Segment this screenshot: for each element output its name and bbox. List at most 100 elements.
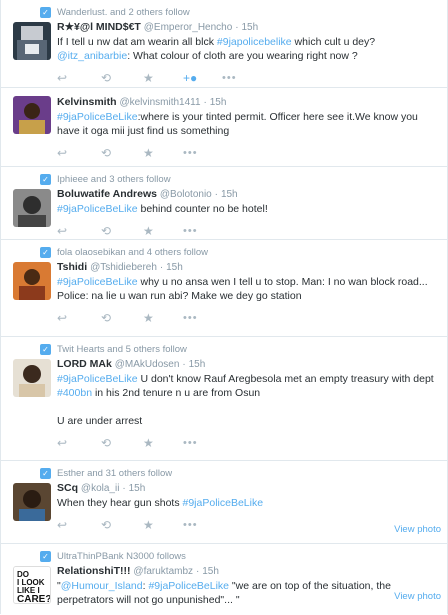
tweet-context: ✓ Twit Hearts and 5 others follow — [40, 343, 437, 356]
reply-icon[interactable]: ↩ — [57, 71, 67, 85]
more-icon[interactable]: ••• — [183, 311, 198, 325]
context-text[interactable]: UltraThinPBank N3000 follows — [57, 551, 186, 562]
username[interactable]: @Bolotonio — [160, 189, 212, 200]
timestamp[interactable]: 15h — [221, 189, 238, 200]
hashtag-link[interactable]: #9japolicebelike — [217, 36, 292, 48]
text-segment: U don't know Rauf Aregbesola met an empt… — [137, 373, 434, 385]
star-icon[interactable]: ★ — [143, 436, 154, 450]
hashtag-link[interactable]: #9jaPoliceBeLike — [57, 373, 138, 385]
hashtag-link[interactable]: #9jaPoliceBeLike — [57, 203, 138, 215]
fullname[interactable]: Boluwatife Andrews — [57, 188, 157, 200]
reply-icon[interactable]: ↩ — [57, 436, 67, 450]
tweet[interactable]: ✓ Esther and 31 others follow SCq @kola_… — [1, 461, 447, 544]
text-segment: When they hear gun shots — [57, 497, 183, 509]
more-icon[interactable]: ••• — [183, 436, 198, 450]
text-segment: If I tell u nw dat am wearin all blck — [57, 36, 217, 48]
more-icon[interactable]: ••• — [183, 224, 198, 238]
star-icon[interactable]: ★ — [143, 146, 154, 160]
retweet-icon[interactable]: ⟲ — [101, 71, 111, 85]
avatar[interactable] — [13, 189, 51, 227]
username[interactable]: @faruktambz — [133, 566, 193, 577]
timestamp[interactable]: 15h — [189, 359, 206, 370]
view-photo-link[interactable]: View photo — [394, 524, 441, 535]
more-icon[interactable]: ••• — [183, 518, 198, 532]
star-icon[interactable]: ★ — [143, 518, 154, 532]
star-icon[interactable]: ★ — [143, 224, 154, 238]
reply-icon[interactable]: ↩ — [57, 311, 67, 325]
view-photo-link[interactable]: View photo — [394, 591, 441, 602]
text-segment: behind counter no be hotel! — [137, 203, 268, 215]
fullname[interactable]: LORD MAk — [57, 358, 112, 370]
context-text[interactable]: Iphieee and 3 others follow — [57, 174, 171, 185]
reply-icon[interactable]: ↩ — [57, 146, 67, 160]
avatar[interactable] — [13, 359, 51, 397]
timestamp[interactable]: 15h — [241, 22, 258, 33]
retweet-icon[interactable]: ⟲ — [101, 518, 111, 532]
username[interactable]: @kelvinsmith1411 — [119, 97, 200, 108]
avatar[interactable] — [13, 22, 51, 60]
tweet[interactable]: ✓ Twit Hearts and 5 others follow LORD M… — [1, 337, 447, 461]
avatar[interactable] — [13, 96, 51, 134]
tweet-actions: ↩ ⟲ ★ ••• — [57, 434, 437, 454]
username[interactable]: @kola_ii — [81, 483, 120, 494]
retweet-icon[interactable]: ⟲ — [101, 224, 111, 238]
more-icon[interactable]: ••• — [222, 71, 237, 85]
timestamp[interactable]: 15h — [210, 97, 227, 108]
tweet[interactable]: ✓ Iphieee and 3 others follow Boluwatife… — [1, 167, 447, 240]
hashtag-link[interactable]: #9jaPoliceBeLike — [183, 497, 264, 509]
mention-link[interactable]: @Humour_Island — [61, 580, 143, 592]
tweet[interactable]: Kelvinsmith @kelvinsmith1411 · 15h #9jaP… — [1, 88, 447, 167]
more-icon[interactable]: ••• — [183, 146, 198, 160]
username[interactable]: @MAkUdosen — [115, 359, 180, 370]
reply-icon[interactable]: ↩ — [57, 224, 67, 238]
fullname[interactable]: SCq — [57, 482, 78, 494]
timestamp[interactable]: 15h — [129, 483, 146, 494]
retweet-icon[interactable]: ⟲ — [101, 311, 111, 325]
separator: · — [159, 262, 164, 273]
bird-icon: ✓ — [40, 174, 51, 185]
username[interactable]: @Tshidiebereh — [90, 262, 157, 273]
separator: · — [214, 189, 219, 200]
bird-icon: ✓ — [40, 468, 51, 479]
tweet-actions: ↩ ⟲ ★ ••• — [57, 516, 437, 536]
follow-icon[interactable]: +● — [183, 71, 197, 85]
tweet[interactable]: ✓ Wanderlust. and 2 others follow R★¥@l … — [1, 0, 447, 88]
separator: · — [195, 566, 200, 577]
tweet[interactable]: ✓ fola olaosebikan and 4 others follow T… — [1, 240, 447, 337]
fullname[interactable]: RelationshiT!!! — [57, 565, 131, 577]
tweet-header: Kelvinsmith @kelvinsmith1411 · 15h — [57, 96, 437, 109]
tweet-text: When they hear gun shots #9jaPoliceBeLik… — [57, 496, 437, 510]
tweet[interactable]: ✓ UltraThinPBank N3000 follows DO I LOOK… — [1, 544, 447, 614]
fullname[interactable]: R★¥@l MIND$€T — [57, 21, 141, 33]
hashtag-link[interactable]: #400bn — [57, 387, 92, 399]
tweet-actions: ↩ ⟲ ★ +● ••• — [57, 69, 437, 89]
hashtag-link[interactable]: #9jaPoliceBeLike — [57, 276, 138, 288]
tweet-context: ✓ Wanderlust. and 2 others follow — [40, 6, 437, 19]
timestamp[interactable]: 15h — [202, 566, 219, 577]
context-text[interactable]: fola olaosebikan and 4 others follow — [57, 247, 208, 258]
avatar[interactable]: DO I LOOK LIKE I CARE? — [13, 566, 51, 604]
tweet-header: RelationshiT!!! @faruktambz · 15h — [57, 565, 437, 578]
hashtag-link[interactable]: #9jaPoliceBeLike — [57, 111, 138, 123]
context-text[interactable]: Wanderlust. and 2 others follow — [57, 7, 190, 18]
username[interactable]: @Emperor_Hencho — [144, 22, 233, 33]
tweet-header: LORD MAk @MAkUdosen · 15h — [57, 358, 437, 371]
avatar[interactable] — [13, 483, 51, 521]
retweet-icon[interactable]: ⟲ — [101, 436, 111, 450]
fullname[interactable]: Kelvinsmith — [57, 96, 117, 108]
context-text[interactable]: Twit Hearts and 5 others follow — [57, 344, 187, 355]
tweet-actions: ↩ ⟲ ★ ••• — [57, 222, 437, 242]
star-icon[interactable]: ★ — [143, 311, 154, 325]
tweet-text: #9jaPoliceBeLike behind counter no be ho… — [57, 202, 437, 216]
avatar[interactable] — [13, 262, 51, 300]
star-icon[interactable]: ★ — [143, 71, 154, 85]
timestamp[interactable]: 15h — [166, 262, 183, 273]
mention-link[interactable]: @itz_anibarbie — [57, 50, 127, 62]
hashtag-link[interactable]: #9jaPoliceBeLike — [148, 580, 229, 592]
tweet-context: ✓ fola olaosebikan and 4 others follow — [40, 246, 437, 259]
tweet-text: #9jaPoliceBeLike:where is your tinted pe… — [57, 110, 437, 138]
fullname[interactable]: Tshidi — [57, 261, 87, 273]
context-text[interactable]: Esther and 31 others follow — [57, 468, 172, 479]
reply-icon[interactable]: ↩ — [57, 518, 67, 532]
retweet-icon[interactable]: ⟲ — [101, 146, 111, 160]
